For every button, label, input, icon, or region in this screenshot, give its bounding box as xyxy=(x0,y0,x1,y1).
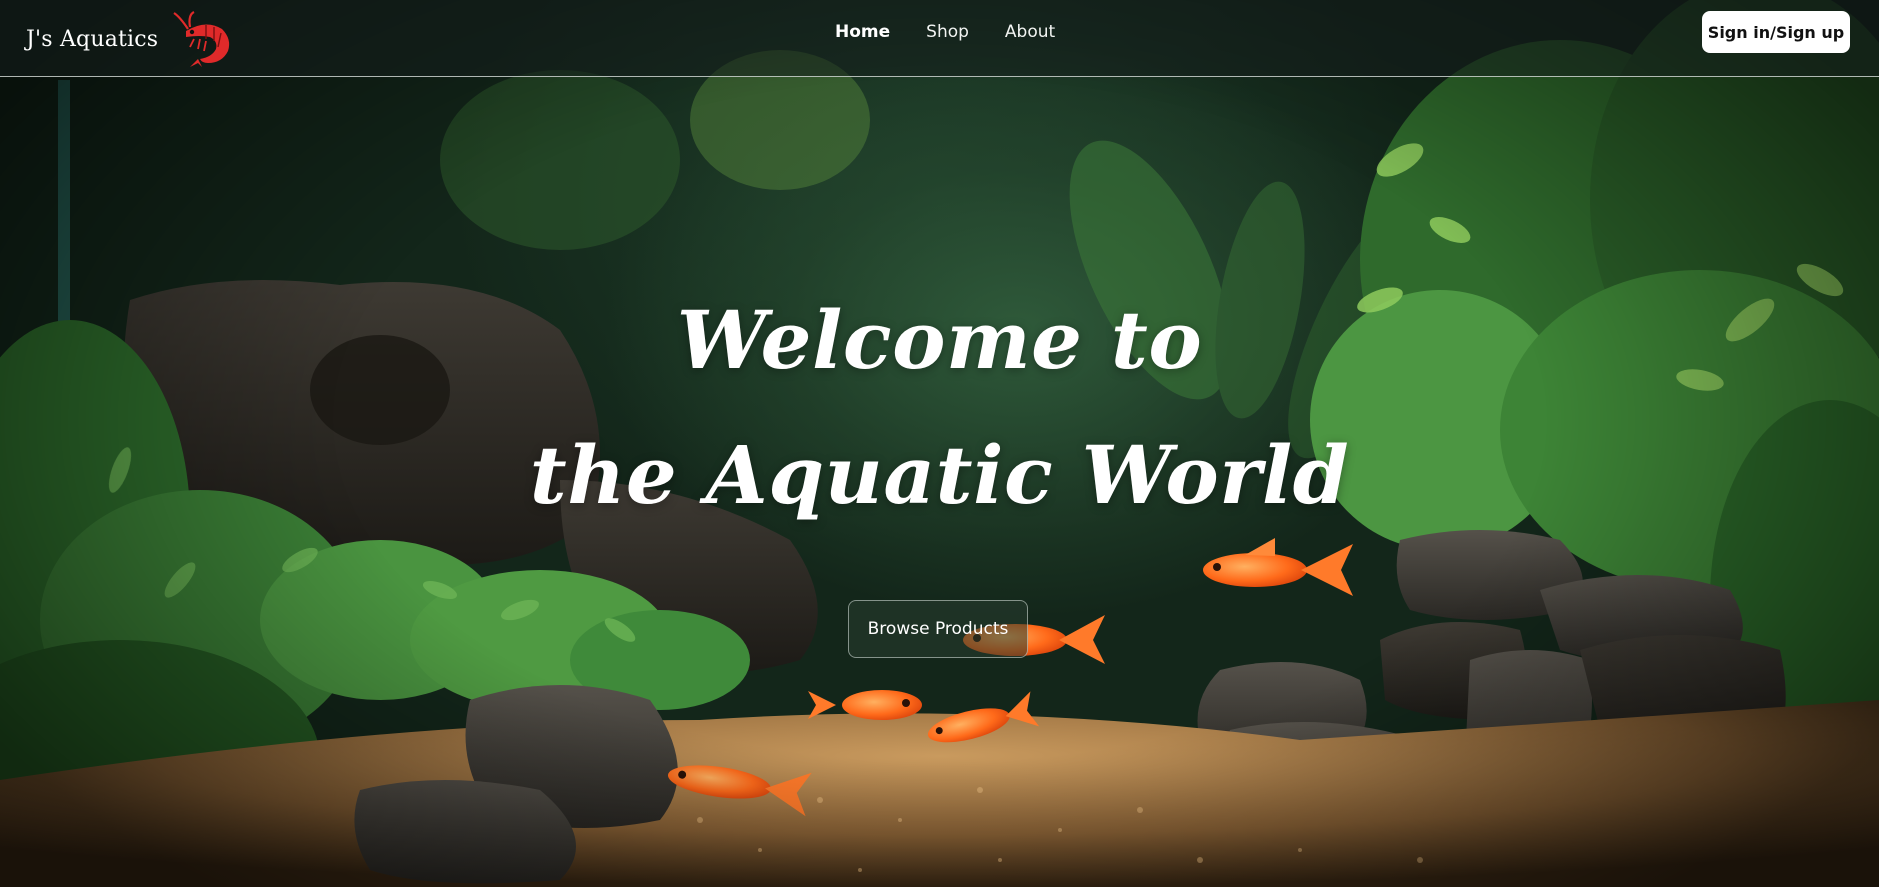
main-nav: Home Shop About xyxy=(835,22,1055,42)
hero-title-line-2: the Aquatic World xyxy=(529,428,1350,522)
brand[interactable]: J's Aquatics xyxy=(26,11,234,67)
nav-home-link[interactable]: Home xyxy=(835,22,890,42)
brand-name: J's Aquatics xyxy=(26,26,159,52)
hero-title-line-1: Welcome to xyxy=(676,293,1203,387)
sign-in-button[interactable]: Sign in/Sign up xyxy=(1702,11,1850,53)
browse-products-button[interactable]: Browse Products xyxy=(848,600,1028,658)
nav-about-link[interactable]: About xyxy=(1005,22,1055,42)
nav-shop-link[interactable]: Shop xyxy=(926,22,969,42)
shrimp-icon xyxy=(173,11,230,67)
site-header: J's Aquatics Home Shop About Sign in/Sig… xyxy=(0,0,1879,77)
